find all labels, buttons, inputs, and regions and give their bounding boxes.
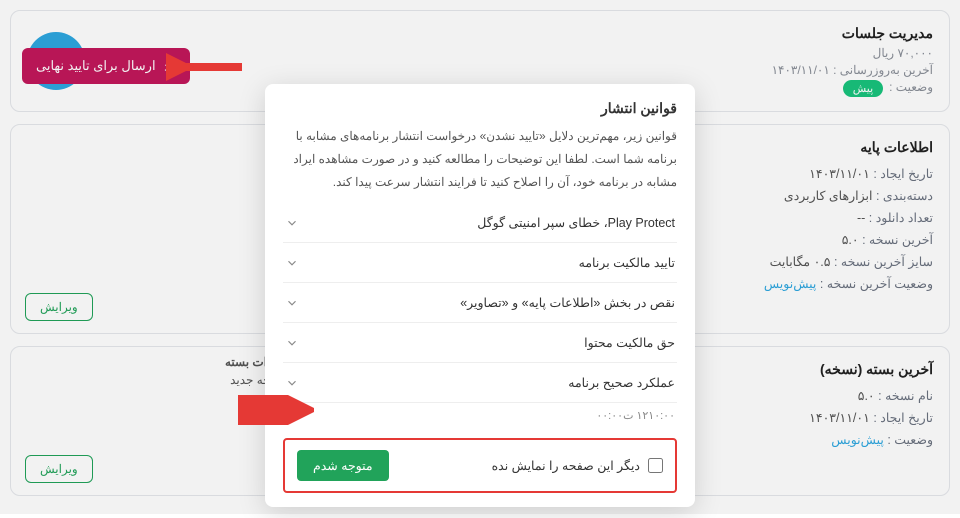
- accordion-item-4[interactable]: عملکرد صحیح برنامه: [283, 363, 677, 402]
- modal-footer: دیگر این صفحه را نمایش نده متوجه شدم: [283, 438, 677, 493]
- chevron-down-icon: [285, 256, 299, 270]
- accordion-item-0[interactable]: Play Protect، خطای سپر امنیتی گوگل: [283, 203, 677, 242]
- understood-button[interactable]: متوجه شدم: [297, 450, 389, 481]
- modal-description: قوانین زیر، مهم‌ترین دلایل «تایید نشدن» …: [283, 125, 677, 193]
- accordion-item-1[interactable]: تایید مالکیت برنامه: [283, 243, 677, 282]
- chevron-down-icon: [285, 216, 299, 230]
- accordion-item-3[interactable]: حق مالکیت محتوا: [283, 323, 677, 362]
- chevron-down-icon: [285, 376, 299, 390]
- rules-modal: قوانین انتشار قوانین زیر، مهم‌ترین دلایل…: [265, 84, 695, 507]
- chevron-down-icon: [285, 336, 299, 350]
- annotation-arrow-1: [166, 52, 246, 82]
- modal-counter: ۱۲۱۰:۰۰ ت۰۰:۰۰: [283, 403, 677, 432]
- modal-title: قوانین انتشار: [283, 100, 677, 117]
- accordion-item-2[interactable]: نقص در بخش «اطلاعات پایه» و «تصاویر»: [283, 283, 677, 322]
- chevron-down-icon: [285, 296, 299, 310]
- dont-show-checkbox[interactable]: [648, 458, 663, 473]
- annotation-arrow-2: [234, 395, 314, 425]
- dont-show-checkbox-label[interactable]: دیگر این صفحه را نمایش نده: [492, 458, 663, 473]
